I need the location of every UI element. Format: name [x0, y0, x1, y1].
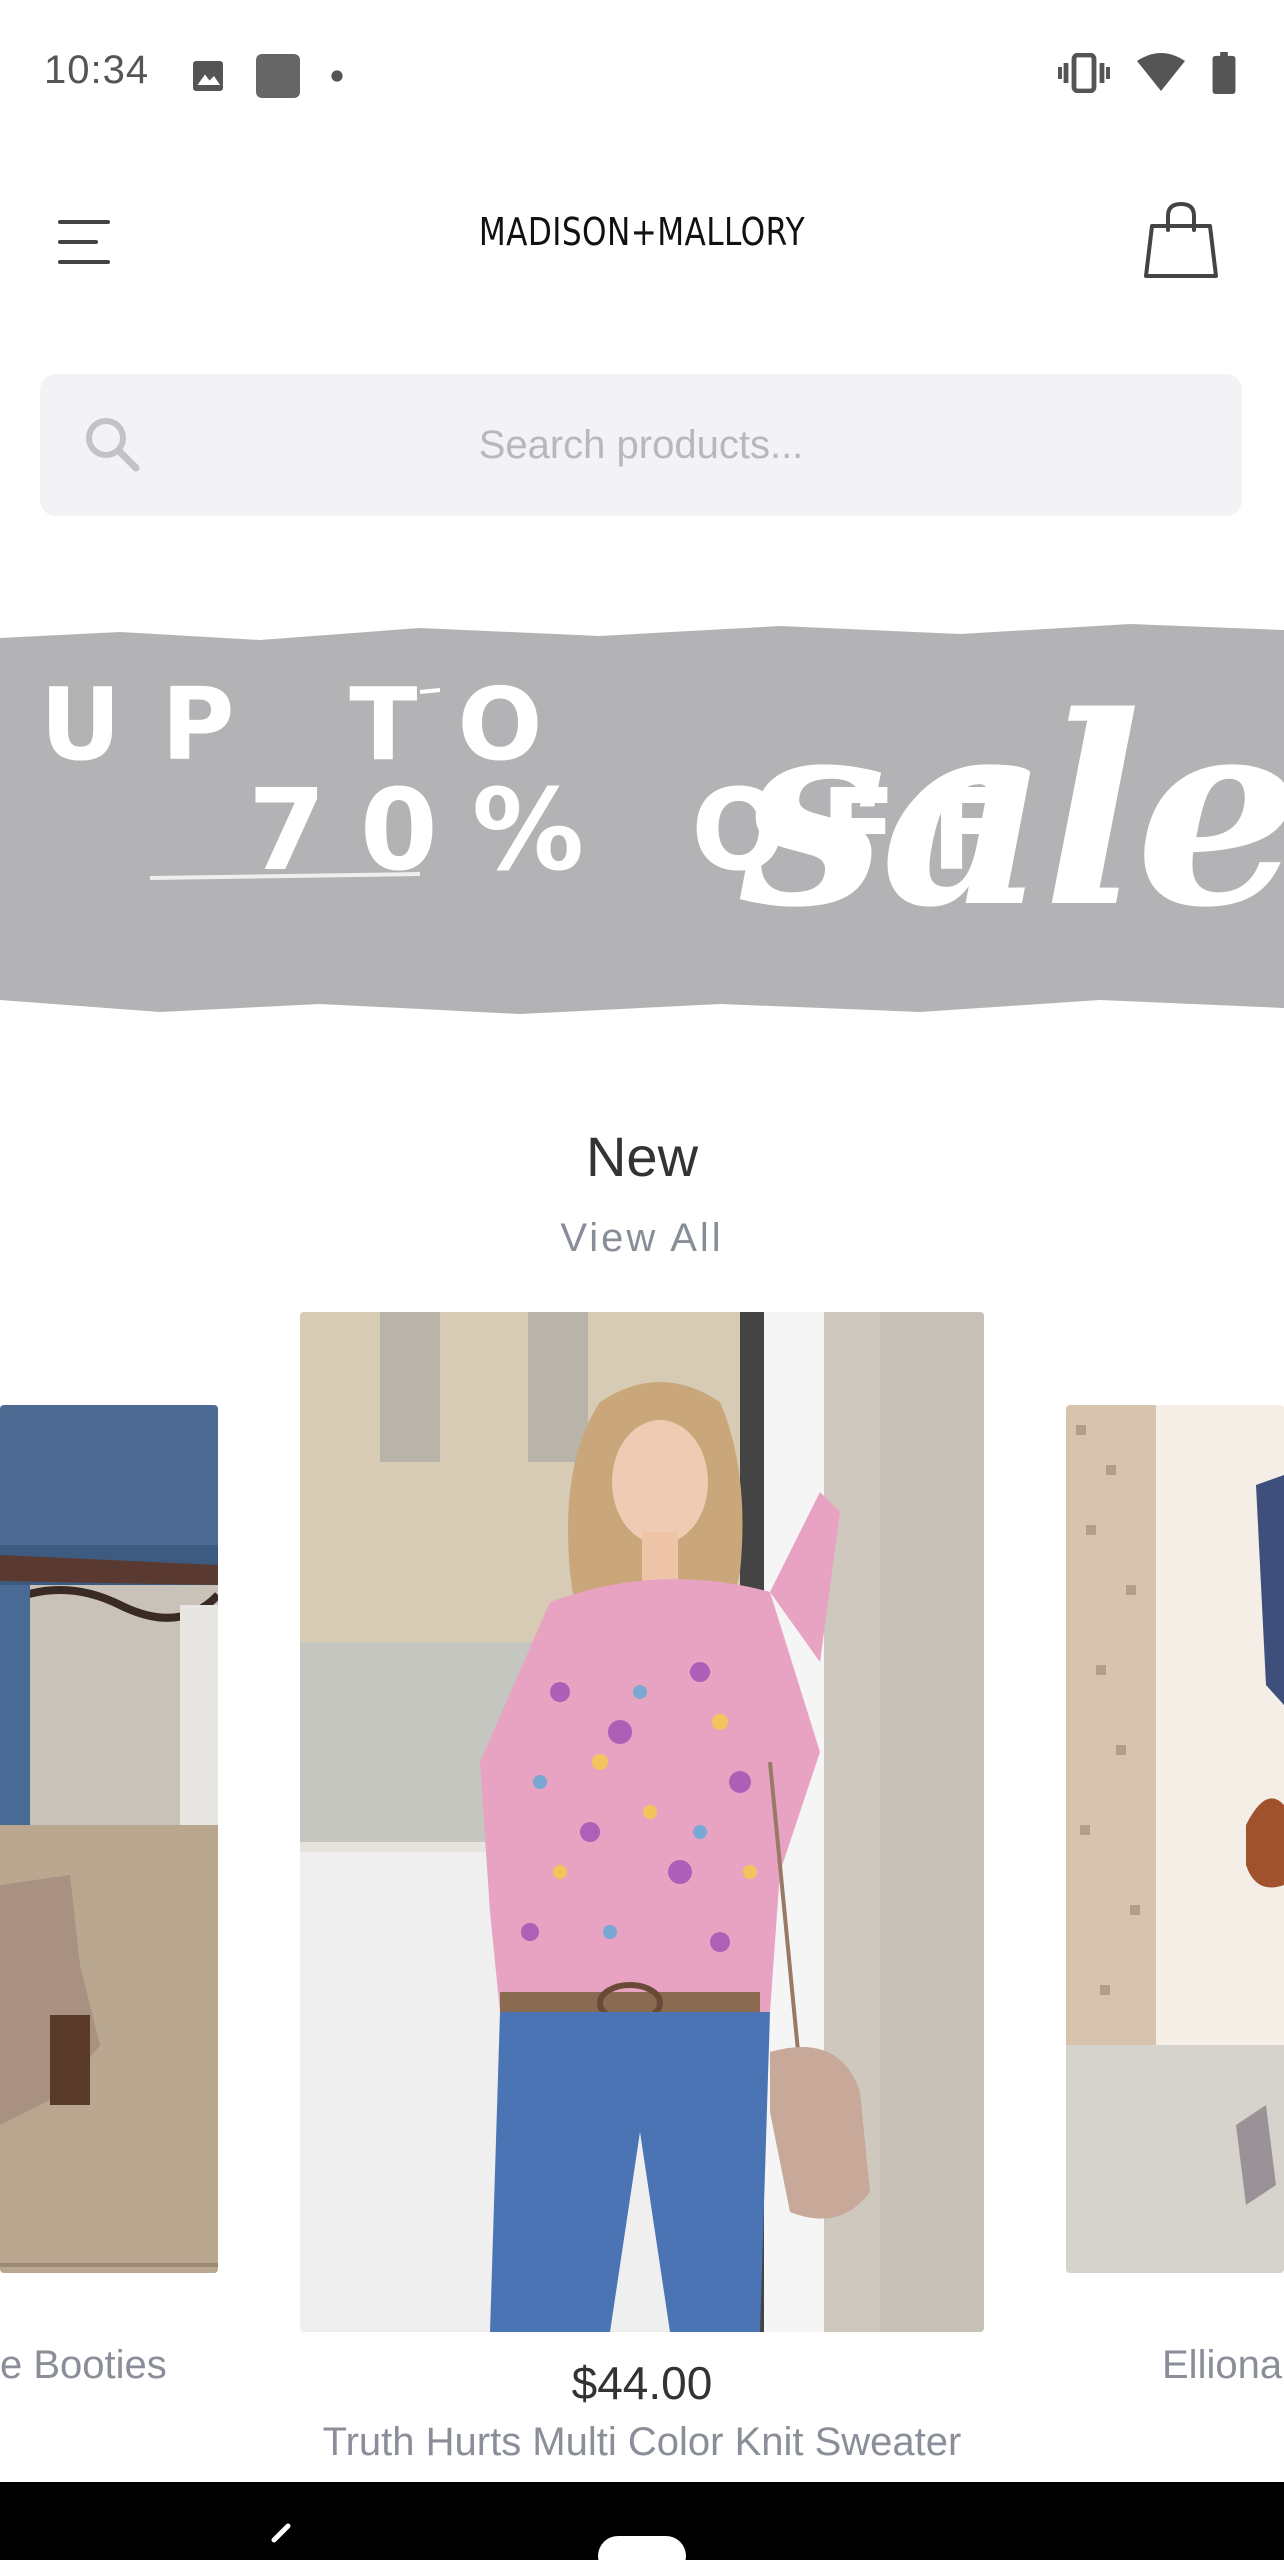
- product-price: $44.00: [571, 2357, 713, 2409]
- view-all-link[interactable]: View All: [0, 1216, 1284, 1261]
- product-name[interactable]: Truth Hurts Multi Color Knit Sweater: [300, 2420, 984, 2465]
- status-time: 10:34: [44, 48, 150, 92]
- section-title: New: [585, 1125, 699, 1188]
- app-icon: [254, 52, 302, 105]
- product-card-center[interactable]: $44.00 Truth Hurts Multi Color Knit Swea…: [300, 1312, 984, 2482]
- search-icon[interactable]: [80, 412, 144, 476]
- status-left-icons: [190, 52, 344, 105]
- search-box[interactable]: [40, 374, 1242, 516]
- hamburger-icon: [58, 220, 110, 264]
- menu-button[interactable]: [56, 216, 116, 268]
- product-image[interactable]: [1066, 1405, 1284, 2273]
- app-header: MADISON+MALLORY: [0, 180, 1284, 300]
- product-image[interactable]: [0, 1405, 218, 2273]
- home-button[interactable]: [598, 2536, 686, 2560]
- battery-icon: [1212, 52, 1236, 99]
- banner-script: sale: [740, 660, 1284, 965]
- wifi-icon: [1136, 53, 1186, 98]
- product-card-left[interactable]: e Booties: [0, 1405, 218, 2395]
- image-icon: [190, 58, 226, 99]
- product-image[interactable]: [300, 1312, 984, 2332]
- status-bar: 10:34: [0, 0, 1284, 150]
- dot-icon: [330, 69, 344, 88]
- cart-button[interactable]: [1144, 200, 1218, 280]
- status-right-icons: [1058, 52, 1236, 99]
- system-nav-bar: [0, 2482, 1284, 2560]
- product-name[interactable]: e Booties: [0, 2343, 218, 2388]
- search-input[interactable]: [160, 374, 1122, 516]
- sale-banner[interactable]: UP TO 70% OFF sale: [0, 620, 1284, 1015]
- back-icon[interactable]: [266, 2522, 294, 2560]
- brand-logo[interactable]: MADISON+MALLORY: [116, 210, 1169, 254]
- product-card-right[interactable]: Elliona Fl: [1066, 1405, 1284, 2395]
- product-name[interactable]: Elliona Fl: [1162, 2343, 1284, 2388]
- vibrate-icon: [1058, 52, 1110, 98]
- shopping-bag-icon: [1144, 201, 1218, 278]
